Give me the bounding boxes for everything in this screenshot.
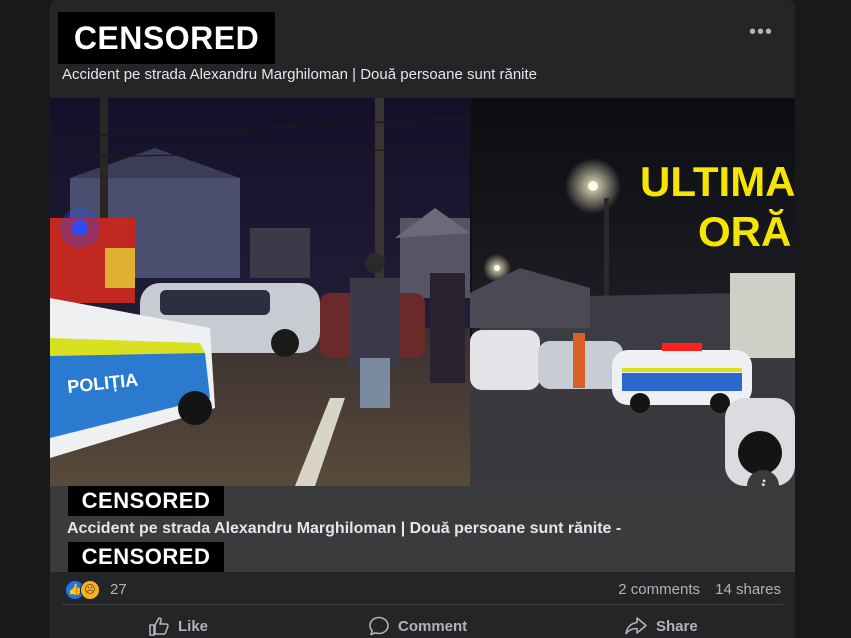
shares-count[interactable]: 14 shares [715, 581, 781, 598]
comment-label: Comment [398, 617, 468, 635]
overlay-text-line1: ULTIMA [640, 158, 795, 205]
censored-author-label: CENSORED [58, 12, 275, 64]
reactions-count[interactable]: 27 [110, 581, 127, 598]
share-button[interactable]: Share [624, 611, 698, 638]
sad-reaction-icon: ☹ [80, 580, 100, 600]
more-options-icon[interactable]: ••• [749, 22, 773, 42]
comment-button[interactable]: Comment [368, 611, 467, 638]
engagement-stats: 👍 ☹ 27 2 comments 14 shares [50, 576, 795, 604]
share-label: Share [656, 617, 698, 635]
censored-domain-label: CENSORED [68, 486, 224, 516]
accident-photo-collage: POLIȚIA ULTIMA ORĂ [50, 98, 795, 486]
overlay-text-line2: ORĂ [698, 208, 791, 255]
like-button[interactable]: Like [148, 611, 208, 638]
link-preview[interactable]: CENSORED Accident pe strada Alexandru Ma… [50, 486, 795, 572]
post-image[interactable]: POLIȚIA ULTIMA ORĂ [50, 98, 795, 486]
reaction-icons[interactable]: 👍 ☹ [65, 580, 105, 600]
comment-bubble-icon [369, 616, 389, 636]
post-headline: Accident pe strada Alexandru Marghiloman… [62, 66, 538, 83]
action-bar: Like Comment Share [62, 604, 783, 638]
link-preview-title[interactable]: Accident pe strada Alexandru Marghiloman… [67, 520, 621, 538]
comments-count[interactable]: 2 comments [618, 581, 700, 598]
like-label: Like [178, 617, 209, 635]
page-background [0, 0, 50, 638]
censored-source-label: CENSORED [68, 542, 224, 572]
thumbs-up-icon [149, 617, 169, 636]
share-arrow-icon [625, 617, 647, 635]
post-card: CENSORED ••• Accident pe strada Alexandr… [50, 0, 795, 638]
